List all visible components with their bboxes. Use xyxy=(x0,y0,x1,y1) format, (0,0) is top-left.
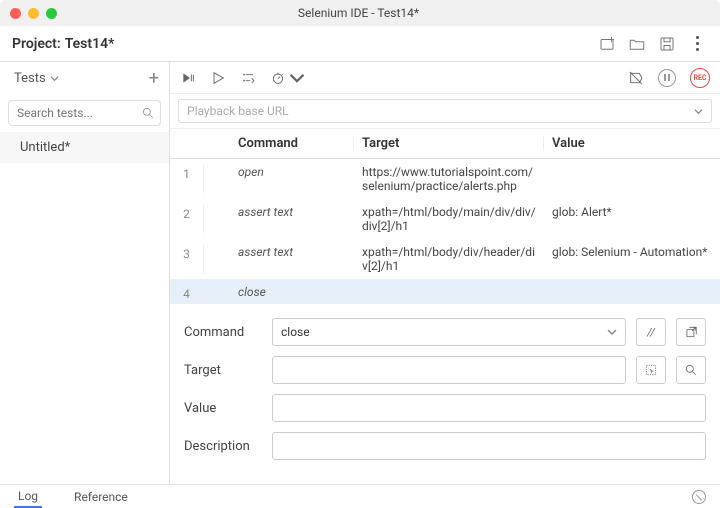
sidebar: Tests + Untitled* xyxy=(0,62,170,484)
disable-breakpoints-icon[interactable] xyxy=(628,70,644,86)
content-area: REC Playback base URL Command Target Val… xyxy=(170,62,720,484)
project-name: Test14* xyxy=(65,36,115,52)
row-number: 4 xyxy=(170,285,204,301)
form-command-input[interactable]: close xyxy=(272,318,626,346)
toggle-enabled-button[interactable]: // xyxy=(636,318,666,346)
row-value xyxy=(544,165,720,193)
form-value-label: Value xyxy=(184,401,262,416)
log-tab[interactable]: Log xyxy=(14,486,42,508)
form-value-input[interactable] xyxy=(272,394,706,422)
grid-row[interactable]: 3assert textxpath=/html/body/div/header/… xyxy=(170,239,720,279)
row-command: close xyxy=(204,285,354,301)
row-target: https://www.tutorialspoint.com/selenium/… xyxy=(354,165,544,193)
more-menu-icon[interactable] xyxy=(686,33,708,55)
open-project-icon[interactable] xyxy=(626,33,648,55)
pause-on-exception-button[interactable] xyxy=(658,69,676,87)
row-value: glob: Alert* xyxy=(544,205,720,233)
reference-tab[interactable]: Reference xyxy=(70,487,132,507)
test-item[interactable]: Untitled* xyxy=(0,132,169,163)
tests-tab[interactable]: Tests xyxy=(14,71,59,86)
project-label: Project: xyxy=(12,36,61,52)
play-button[interactable] xyxy=(210,70,226,86)
add-test-button[interactable]: + xyxy=(149,68,159,89)
test-list: Untitled* xyxy=(0,132,169,484)
col-command: Command xyxy=(204,136,354,151)
window-titlebar: Selenium IDE - Test14* xyxy=(0,0,720,26)
record-button[interactable]: REC xyxy=(690,68,710,88)
chevron-down-icon xyxy=(289,70,305,86)
row-target: xpath=/html/body/div/header/div[2]/h1 xyxy=(354,245,544,273)
base-url-bar: Playback base URL xyxy=(170,94,720,129)
window-title: Selenium IDE - Test14* xyxy=(7,6,710,20)
row-number: 3 xyxy=(170,245,204,273)
base-url-input[interactable]: Playback base URL xyxy=(178,99,712,123)
project-bar: Project: Test14* xyxy=(0,26,720,62)
row-number: 2 xyxy=(170,205,204,233)
row-target xyxy=(354,285,544,301)
row-command: assert text xyxy=(204,205,354,233)
select-target-button[interactable] xyxy=(636,356,666,384)
form-description-label: Description xyxy=(184,439,262,454)
row-command: open xyxy=(204,165,354,193)
command-grid: Command Target Value 1openhttps://www.tu… xyxy=(170,129,720,303)
col-value: Value xyxy=(544,136,720,151)
new-window-config-button[interactable] xyxy=(676,318,706,346)
chevron-down-icon xyxy=(50,74,59,83)
row-command: assert text xyxy=(204,245,354,273)
command-form: Command close // Target xyxy=(170,303,720,484)
form-target-input[interactable] xyxy=(272,356,626,384)
grid-row[interactable]: 4close xyxy=(170,279,720,303)
form-command-label: Command xyxy=(184,325,262,340)
row-target: xpath=/html/body/main/div/div/div[2]/h1 xyxy=(354,205,544,233)
speed-button[interactable] xyxy=(270,70,305,86)
grid-row[interactable]: 1openhttps://www.tutorialspoint.com/sele… xyxy=(170,159,720,199)
bottom-bar: Log Reference xyxy=(0,484,720,508)
base-url-placeholder: Playback base URL xyxy=(187,104,289,118)
step-button[interactable] xyxy=(240,70,256,86)
run-all-button[interactable] xyxy=(180,70,196,86)
search-icon xyxy=(141,106,155,120)
find-target-button[interactable] xyxy=(676,356,706,384)
new-project-icon[interactable] xyxy=(596,33,618,55)
tests-tab-label: Tests xyxy=(14,71,46,86)
search-input[interactable] xyxy=(8,100,161,126)
chevron-down-icon xyxy=(694,107,703,116)
form-description-input[interactable] xyxy=(272,432,706,460)
playback-toolbar: REC xyxy=(170,62,720,94)
grid-header: Command Target Value xyxy=(170,129,720,159)
col-target: Target xyxy=(354,136,544,151)
row-value xyxy=(544,285,720,301)
row-number: 1 xyxy=(170,165,204,193)
chevron-down-icon xyxy=(607,327,617,337)
form-target-label: Target xyxy=(184,363,262,378)
clear-log-icon[interactable] xyxy=(692,490,706,504)
grid-row[interactable]: 2assert textxpath=/html/body/main/div/di… xyxy=(170,199,720,239)
save-icon[interactable] xyxy=(656,33,678,55)
row-value: glob: Selenium - Automation* xyxy=(544,245,720,273)
